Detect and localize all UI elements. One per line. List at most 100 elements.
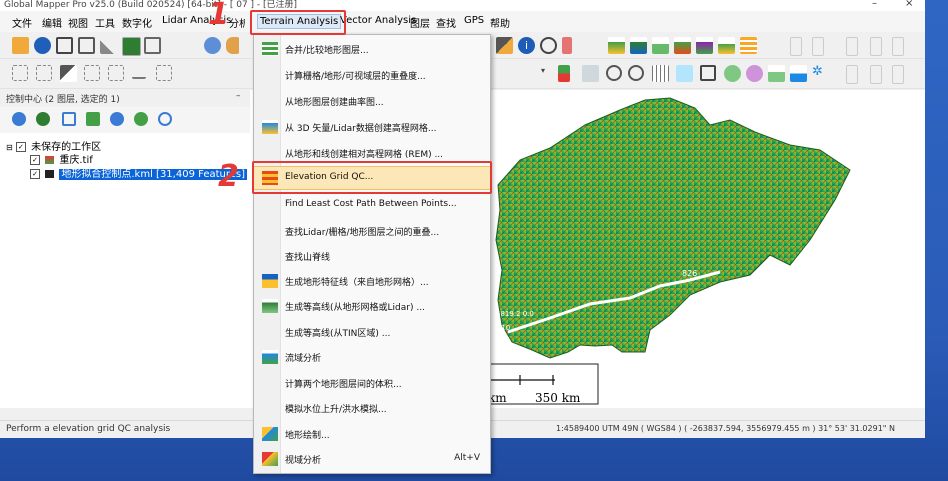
pan-tool-icon[interactable] [226,37,239,54]
menu-edit[interactable]: 编辑 [42,15,62,30]
annotation-box-2 [252,161,492,194]
vector-layer-icon [45,170,55,178]
move-feature-icon[interactable] [84,65,100,81]
watershed-icon [262,350,278,364]
menu-item-terrain-paint[interactable]: 地形绘制... [254,424,490,444]
layer-group-icon[interactable] [86,112,100,126]
move-vertex-icon[interactable] [12,65,28,81]
menu-item-feature-lines[interactable]: 生成地形特征线（来自地形网格）... [254,271,490,291]
layer-checkbox[interactable]: ✓ [30,169,40,179]
move-layer-icon[interactable] [134,112,148,126]
menu-tools[interactable]: 工具 [95,15,115,30]
view-icon[interactable] [36,112,50,126]
layer-item-selected[interactable]: ✓ 地形拟合控制点.kml [31,409 Features] [30,165,248,180]
title-bar: Global Mapper Pro v25.0 (Build 020524) [… [0,0,925,11]
terrain-paint-icon [262,427,278,441]
control-center-header: 控制中心 (2 图层, 选定的 1) – [0,90,250,107]
expand-icon[interactable]: ⊟ [6,143,13,152]
terrain-view-icon[interactable] [608,37,625,54]
mountain-icon[interactable] [718,37,735,54]
menu-digitize[interactable]: 数字化 [122,15,152,30]
zoom-layer-icon[interactable] [110,112,124,126]
menu-item-create-grid[interactable]: 从 3D 矢量/Lidar数据创建高程网格... [254,117,490,137]
zoom-tool-icon[interactable] [204,37,221,54]
close-icon[interactable]: × [905,0,913,9]
menu-file[interactable]: 文件 [12,15,32,30]
peak-icon[interactable] [768,65,785,82]
profile-icon[interactable] [674,37,691,54]
pencil-icon[interactable] [496,37,513,54]
menu-item-merge-terrain[interactable]: 合并/比较地形图层... [254,39,490,59]
triangle-icon[interactable] [700,65,716,81]
workspace-checkbox[interactable]: ✓ [15,142,26,152]
symbol-icon[interactable] [746,65,763,82]
dropdown-arrow-icon[interactable]: ▾ [541,66,551,83]
menu-search[interactable]: 查找 [436,15,456,30]
edit-line-icon[interactable] [60,65,77,82]
toolbar-grip-icon [892,65,904,84]
grid-icon[interactable] [652,65,669,82]
measure-icon[interactable] [562,37,572,54]
export-icon[interactable] [78,37,95,54]
overview-icon[interactable] [144,37,161,54]
menu-item-least-cost-path[interactable]: Find Least Cost Path Between Points... [254,195,490,215]
terrain-3d-icon[interactable] [630,37,647,54]
draw-area-icon[interactable] [156,65,172,81]
status-message: Perform a elevation grid QC analysis [6,424,171,434]
menu-item-ridge-lines[interactable]: 查找山脊线 [254,246,490,266]
search-icon[interactable] [540,37,557,54]
search-attr-icon[interactable] [606,65,622,81]
toolbar-grip-icon [870,65,882,84]
draw-line-icon[interactable] [132,65,146,79]
save-icon[interactable] [56,37,73,54]
boat-icon[interactable] [790,65,807,82]
menu-item-calc-overlap[interactable]: 计算栅格/地形/可视域层的重叠度... [254,65,490,85]
menu-item-viewshed[interactable]: 视域分析 Alt+V [254,449,490,469]
new-workspace-icon[interactable] [12,37,29,54]
menu-item-rem[interactable]: 从地形和线创建相对高程网格 (REM) ... [254,143,490,163]
menu-vector-analysis[interactable]: Vector Analysis [340,15,416,26]
attribute-icon[interactable] [582,65,599,82]
menu-item-contour-grid[interactable]: 生成等高线(从地形网格或Lidar) ... [254,296,490,316]
point-label: 7 5.10 [488,324,510,332]
menu-layer[interactable]: 图层 [410,15,430,30]
menu-item-watershed[interactable]: 流域分析 [254,347,490,367]
menu-item-flood-sim[interactable]: 模拟水位上升/洪水模拟... [254,398,490,418]
menu-analysis[interactable]: 分析 [229,15,245,30]
config-icon[interactable] [100,37,117,54]
search-near-icon[interactable] [628,65,644,81]
minimize-icon[interactable]: – [872,0,877,9]
split-line-icon[interactable] [108,65,124,81]
filter-icon[interactable] [558,65,570,82]
annotation-number-2: 2 [218,159,239,194]
menu-item-curvature[interactable]: 从地形图层创建曲率图... [254,91,490,111]
style-icon[interactable] [724,65,741,82]
hillshade-icon[interactable] [696,37,713,54]
menu-view[interactable]: 视图 [68,15,88,30]
menu-help[interactable]: 帮助 [490,15,510,30]
menu-item-contour-tin[interactable]: 生成等高线(从TIN区域) ... [254,322,490,342]
layer-options-icon[interactable] [12,112,26,126]
toolbar-grip-icon [892,37,904,56]
menu-gps[interactable]: GPS [464,15,484,26]
layer-item[interactable]: ✓ 重庆.tif [30,151,93,166]
menu-item-volume[interactable]: 计算两个地形图层间的体积... [254,373,490,393]
scale-label: 350 km [535,391,581,405]
annotation-box-1 [250,10,346,35]
slope-icon[interactable] [652,37,669,54]
contour-icon [262,299,278,313]
layers-icon[interactable] [122,37,141,56]
edit-attr-icon[interactable] [676,65,693,82]
contour-tool-icon[interactable] [740,37,757,54]
menu-item-find-overlap[interactable]: 查找Lidar/栅格/地形图层之间的重叠... [254,221,490,241]
open-data-icon[interactable] [34,37,51,54]
layer-checkbox[interactable]: ✓ [30,155,40,165]
star-icon[interactable]: ✲ [812,64,829,81]
reshape-icon[interactable] [36,65,52,81]
control-center-title: 控制中心 (2 图层, 选定的 1) [6,95,120,105]
info-icon[interactable]: i [518,37,535,54]
collapse-button[interactable]: – [236,91,241,101]
menu-bar: 文件 编辑 视图 工具 数字化 Lidar Analysis 分析 Terrai… [0,11,925,32]
metadata-icon[interactable] [62,112,76,126]
remove-layer-icon[interactable] [158,112,172,126]
